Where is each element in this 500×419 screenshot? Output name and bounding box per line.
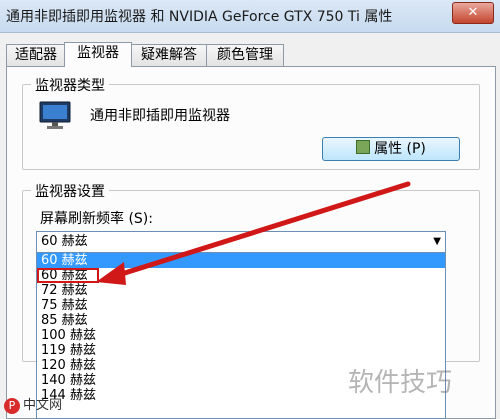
tab-troubleshoot[interactable]: 疑难解答 [130, 44, 208, 66]
watermark-logo: P 中文网 [4, 394, 62, 414]
properties-button-label: 属性 (P) [374, 141, 426, 157]
watermark-text: 软件技巧 [348, 368, 453, 398]
chevron-down-icon[interactable]: ▼ [433, 232, 441, 252]
monitor-settings-label: 监视器设置 [31, 181, 109, 201]
properties-button[interactable]: 属性 (P) [322, 137, 460, 161]
dropdown-option[interactable]: 100 赫兹 [37, 328, 445, 343]
logo-text: 中文网 [23, 398, 63, 413]
monitor-icon [39, 101, 71, 129]
dropdown-option[interactable]: 72 赫兹 [37, 283, 445, 298]
properties-icon [356, 140, 371, 154]
monitor-name: 通用非即插即用监视器 [90, 108, 230, 124]
dropdown-option[interactable]: 60 赫兹 [37, 253, 445, 268]
dropdown-option[interactable]: 60 赫兹 [37, 268, 99, 283]
dropdown-option[interactable]: 75 赫兹 [37, 298, 445, 313]
refresh-rate-select[interactable]: 60 赫兹 ▼ [36, 231, 446, 253]
title-bar: 通用非即插即用监视器 和 NVIDIA GeForce GTX 750 Ti 属… [0, 0, 500, 33]
tab-color-management[interactable]: 颜色管理 [206, 44, 284, 66]
refresh-rate-label: 屏幕刷新频率 (S): [40, 211, 153, 227]
close-button[interactable]: ✕ [452, 2, 494, 24]
window-title: 通用非即插即用监视器 和 NVIDIA GeForce GTX 750 Ti 属… [6, 9, 393, 25]
tab-adapter[interactable]: 适配器 [6, 44, 66, 66]
selected-refresh-rate: 60 赫兹 [41, 234, 88, 249]
monitor-type-label: 监视器类型 [31, 75, 109, 95]
dropdown-option[interactable]: 119 赫兹 [37, 343, 445, 358]
dropdown-option[interactable]: 85 赫兹 [37, 313, 445, 328]
tab-monitor[interactable]: 监视器 [64, 42, 132, 67]
logo-icon: P [4, 398, 20, 414]
